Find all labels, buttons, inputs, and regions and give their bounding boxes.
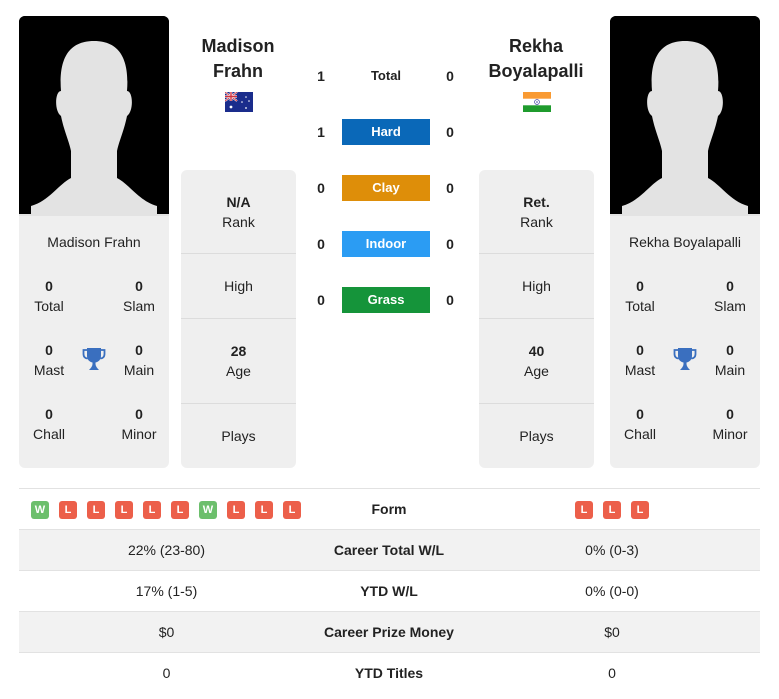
player2-value: $0 [604,624,620,640]
rank-cell: Ret. Rank [520,194,553,230]
comparison-table: WLLLLLWLLL Form LLL 22% (23-80) Career T… [19,488,760,694]
h2h-row-total: 1 Total 0 [310,63,462,89]
p1-wins: 0 [317,236,325,252]
trophy-icon [82,348,106,370]
titles-main: 0 Main [123,342,155,378]
titles-minor: 0 Minor [712,406,748,442]
table-row: 0 YTD Titles 0 [19,653,760,694]
form-badge-loss[interactable]: L [171,501,189,519]
player1-photo [19,16,169,216]
p2-wins: 0 [446,124,454,140]
player1-name-heading[interactable]: Madison Frahn [168,34,308,84]
player2-value: 0 [608,665,616,681]
h2h-row-hard: 1 Hard 0 [310,119,462,145]
form-badge-loss[interactable]: L [115,501,133,519]
form-badge-loss[interactable]: L [631,501,649,519]
player1-value: 0 [162,665,171,681]
table-row: 22% (23-80) Career Total W/L 0% (0-3) [19,530,760,571]
titles-minor: 0 Minor [121,406,157,442]
divider [181,403,296,404]
form-badge-loss[interactable]: L [575,501,593,519]
surface-badge-hard[interactable]: Hard [342,119,430,145]
p2-wins: 0 [446,236,454,252]
trophy-icon [673,348,697,370]
australia-flag-icon [225,92,253,112]
titles-total: 0 Total [625,278,655,314]
plays-cell: Plays [221,428,256,444]
form-badge-loss[interactable]: L [59,501,77,519]
divider [479,403,594,404]
player2-value: 0% (0-3) [585,542,639,558]
table-row: $0 Career Prize Money $0 [19,612,760,653]
form-badge-win[interactable]: W [31,501,49,519]
divider [181,318,296,319]
form-badge-loss[interactable]: L [227,501,245,519]
silhouette-icon [610,16,760,216]
age-cell: 40 Age [524,343,549,379]
divider [479,253,594,254]
h2h-row-grass: 0 Grass 0 [310,287,462,313]
age-cell: 28 Age [226,343,251,379]
table-row: 17% (1-5) YTD W/L 0% (0-0) [19,571,760,612]
form-badge-loss[interactable]: L [87,501,105,519]
row-label: YTD Titles [354,665,424,681]
player2-photo [610,16,760,216]
p1-wins: 1 [317,68,325,84]
player2-info-panel: Ret. Rank High 40 Age Plays [479,170,594,468]
player2-form: LLL [575,501,649,519]
titles-slam: 0 Slam [714,278,746,314]
form-badge-loss[interactable]: L [283,501,301,519]
surface-badge-grass[interactable]: Grass [342,287,430,313]
titles-slam: 0 Slam [123,278,155,314]
plays-cell: Plays [519,428,554,444]
form-badge-loss[interactable]: L [603,501,621,519]
india-flag-icon [523,92,551,112]
player2-card-name[interactable]: Rekha Boyalapalli [610,234,760,250]
h2h-row-indoor: 0 Indoor 0 [310,231,462,257]
player2-name-heading[interactable]: Rekha Boyalapalli [466,34,606,84]
player1-info-panel: N/A Rank High 28 Age Plays [181,170,296,468]
surface-label-total: Total [370,68,402,83]
divider [479,318,594,319]
player1-card-name[interactable]: Madison Frahn [19,234,169,250]
h2h-row-clay: 0 Clay 0 [310,175,462,201]
titles-total: 0 Total [34,278,64,314]
form-badge-win[interactable]: W [199,501,217,519]
player1-form: WLLLLLWLLL [31,501,301,519]
form-badge-loss[interactable]: L [255,501,273,519]
form-badge-loss[interactable]: L [143,501,161,519]
titles-main: 0 Main [714,342,746,378]
titles-chall: 0 Chall [33,406,65,442]
high-cell: High [224,278,253,294]
p2-wins: 0 [446,68,454,84]
player2-titles-card: Rekha Boyalapalli 0 Total 0 Slam 0 Mast 0 Ma… [610,216,760,468]
surface-badge-clay[interactable]: Clay [342,175,430,201]
silhouette-icon [19,16,169,216]
row-label: Career Prize Money [324,624,454,640]
surface-badge-indoor[interactable]: Indoor [342,231,430,257]
player2-value: 0% (0-0) [585,583,639,599]
p2-wins: 0 [446,292,454,308]
row-label: Form [371,501,407,517]
player1-value: $0 [158,624,175,640]
p1-wins: 1 [317,124,325,140]
table-row-form: WLLLLLWLLL Form LLL [19,489,760,530]
player1-titles-card: Madison Frahn 0 Total 0 Slam 0 Mast 0 Main 0… [19,216,169,468]
high-cell: High [522,278,551,294]
player1-value: 22% (23-80) [127,542,206,558]
divider [181,253,296,254]
rank-cell: N/A Rank [222,194,255,230]
row-label: YTD W/L [360,583,418,599]
titles-mast: 0 Mast [33,342,65,378]
p2-wins: 0 [446,180,454,196]
titles-mast: 0 Mast [624,342,656,378]
row-label: Career Total W/L [333,542,445,558]
player1-value: 17% (1-5) [135,583,198,599]
p1-wins: 0 [317,292,325,308]
titles-chall: 0 Chall [624,406,656,442]
p1-wins: 0 [317,180,325,196]
